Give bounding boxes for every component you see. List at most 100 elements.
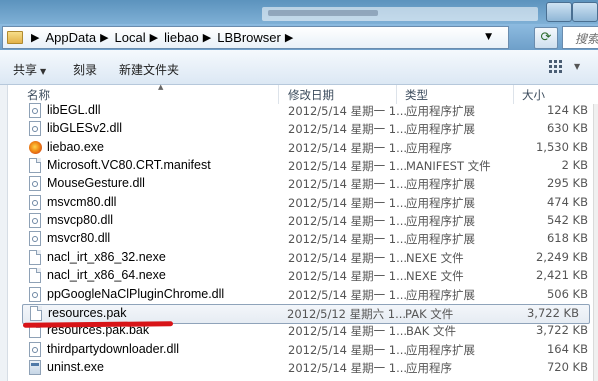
dll-file-icon	[29, 231, 41, 247]
file-row[interactable]: msvcr80.dll 2012/5/14 星期一 1... 应用程序扩展 618 K…	[24, 230, 598, 248]
file-row[interactable]: liebao.exe 2012/5/14 星期一 1... 应用程序 1,530 KB	[24, 139, 598, 157]
chevron-right-icon[interactable]: ▶	[150, 31, 158, 44]
breadcrumb-lbbrowser[interactable]: LBBrowser	[217, 30, 281, 45]
window-controls	[546, 2, 598, 22]
file-name: msvcm80.dll	[47, 194, 117, 209]
file-date: 2012/5/14 星期一 1...	[288, 232, 408, 247]
file-type: 应用程序扩展	[406, 195, 475, 210]
file-type: NEXE 文件	[406, 250, 464, 265]
file-type: BAK 文件	[406, 324, 456, 339]
file-size: 3,722 KB	[535, 323, 588, 338]
file-row[interactable]: libGLESv2.dll 2012/5/14 星期一 1... 应用程序扩展 630…	[24, 120, 598, 138]
file-size: 542 KB	[546, 213, 588, 228]
file-size: 2,421 KB	[535, 268, 588, 283]
view-options-icon[interactable]	[549, 60, 565, 74]
chevron-right-icon[interactable]: ▶	[100, 31, 108, 44]
file-date: 2012/5/14 星期一 1...	[288, 195, 408, 210]
file-date: 2012/5/14 星期一 1...	[288, 104, 408, 118]
file-date: 2012/5/12 星期六 1...	[287, 306, 407, 321]
file-row[interactable]: uninst.exe 2012/5/14 星期一 1... 应用程序 720 KB	[24, 359, 598, 377]
file-date: 2012/5/14 星期一 1...	[288, 287, 408, 302]
file-size: 630 KB	[546, 121, 588, 136]
file-row[interactable]: msvcp80.dll 2012/5/14 星期一 1... 应用程序扩展 542 K…	[24, 212, 598, 230]
search-placeholder: 搜索	[575, 32, 598, 46]
chevron-down-icon: ▼	[40, 67, 47, 76]
blurred-title-area	[262, 7, 538, 21]
file-row[interactable]: thirdpartydownloader.dll 2012/5/14 星期一 1.…	[24, 341, 598, 359]
new-folder-button[interactable]: 新建文件夹	[119, 61, 179, 78]
file-type: MANIFEST 文件	[406, 159, 491, 174]
file-row[interactable]: ppGoogleNaClPluginChrome.dll 2012/5/14 星期…	[24, 286, 598, 304]
search-input[interactable]: 搜索	[562, 26, 598, 49]
vertical-scrollbar[interactable]	[593, 104, 598, 381]
file-date: 2012/5/14 星期一 1...	[288, 342, 408, 357]
address-bar[interactable]: ▶ AppData ▶ Local ▶ liebao ▶ LBBrowser ▶…	[2, 26, 509, 49]
file-name: nacl_irt_x86_32.nexe	[47, 249, 166, 264]
column-size[interactable]: 大小	[522, 87, 545, 103]
file-date: 2012/5/14 星期一 1...	[288, 324, 408, 339]
chevron-right-icon[interactable]: ▶	[31, 31, 39, 44]
file-size: 506 KB	[546, 286, 588, 301]
file-row[interactable]: nacl_irt_x86_64.nexe 2012/5/14 星期一 1... NE…	[24, 267, 598, 285]
file-size: 720 KB	[546, 359, 588, 374]
breadcrumb-liebao[interactable]: liebao	[164, 30, 199, 45]
file-date: 2012/5/14 星期一 1...	[288, 140, 408, 155]
breadcrumb-local[interactable]: Local	[115, 30, 146, 45]
file-name: nacl_irt_x86_64.nexe	[47, 268, 166, 283]
file-type: 应用程序扩展	[406, 122, 475, 137]
generic-file-icon	[29, 268, 41, 284]
file-name: uninst.exe	[47, 359, 104, 374]
file-type: 应用程序扩展	[406, 214, 475, 229]
breadcrumb-appdata[interactable]: AppData	[45, 30, 96, 45]
chevron-right-icon[interactable]: ▶	[285, 31, 293, 44]
file-name: MouseGesture.dll	[47, 176, 145, 191]
file-type: PAK 文件	[405, 306, 454, 321]
command-toolbar: 共享 ▼ 刻录 新建文件夹 ▼	[0, 50, 598, 85]
file-size: 295 KB	[546, 176, 588, 191]
file-size: 618 KB	[546, 231, 588, 246]
column-date[interactable]: 修改日期	[288, 87, 334, 103]
chevron-down-icon[interactable]: ▼	[485, 32, 492, 42]
liebao-app-icon	[29, 140, 42, 154]
column-type[interactable]: 类型	[405, 87, 428, 103]
file-row[interactable]: msvcm80.dll 2012/5/14 星期一 1... 应用程序扩展 474 K…	[24, 194, 598, 212]
burn-button[interactable]: 刻录	[73, 61, 97, 78]
share-menu-button[interactable]: 共享 ▼	[13, 61, 46, 78]
folder-icon	[7, 31, 23, 44]
file-size: 164 KB	[546, 341, 588, 356]
file-name: thirdpartydownloader.dll	[47, 341, 180, 356]
chevron-down-icon[interactable]: ▼	[574, 62, 580, 71]
file-type: 应用程序扩展	[406, 232, 475, 247]
file-date: 2012/5/14 星期一 1...	[288, 122, 408, 137]
address-row: ▶ AppData ▶ Local ▶ liebao ▶ LBBrowser ▶…	[0, 24, 598, 50]
file-type: 应用程序	[406, 140, 452, 155]
file-size: 3,722 KB	[526, 305, 579, 320]
dll-file-icon	[29, 341, 41, 357]
file-size: 474 KB	[546, 194, 588, 209]
file-name: msvcr80.dll	[47, 231, 111, 246]
file-date: 2012/5/14 星期一 1...	[288, 250, 408, 265]
file-date: 2012/5/14 星期一 1...	[288, 214, 408, 229]
file-name: resources.pak	[48, 305, 127, 320]
file-date: 2012/5/14 星期一 1...	[288, 269, 408, 284]
chevron-right-icon[interactable]: ▶	[203, 31, 211, 44]
file-row[interactable]: MouseGesture.dll 2012/5/14 星期一 1... 应用程序扩展…	[24, 175, 598, 193]
dll-file-icon	[29, 213, 41, 229]
column-name[interactable]: 名称	[27, 87, 50, 103]
file-size: 124 KB	[546, 103, 588, 117]
refresh-icon: ⟳	[540, 30, 552, 45]
file-type: 应用程序扩展	[406, 177, 475, 192]
file-size: 2,249 KB	[535, 249, 588, 264]
minimize-button[interactable]	[546, 2, 572, 22]
refresh-button[interactable]: ⟳	[534, 27, 558, 49]
file-date: 2012/5/14 星期一 1...	[288, 360, 408, 375]
file-type: 应用程序扩展	[406, 342, 475, 357]
file-row[interactable]: Microsoft.VC80.CRT.manifest 2012/5/14 星期一…	[24, 157, 598, 175]
maximize-button[interactable]	[572, 2, 598, 22]
file-row[interactable]: libEGL.dll 2012/5/14 星期一 1... 应用程序扩展 124 KB	[24, 102, 598, 120]
file-type: 应用程序扩展	[406, 104, 475, 118]
file-row[interactable]: nacl_irt_x86_32.nexe 2012/5/14 星期一 1... NE…	[24, 249, 598, 267]
dll-file-icon	[29, 194, 41, 210]
app-exe-icon	[29, 359, 41, 375]
file-row[interactable]: resources.pak 2012/5/12 星期六 1... PAK 文件 3,7…	[22, 303, 590, 324]
